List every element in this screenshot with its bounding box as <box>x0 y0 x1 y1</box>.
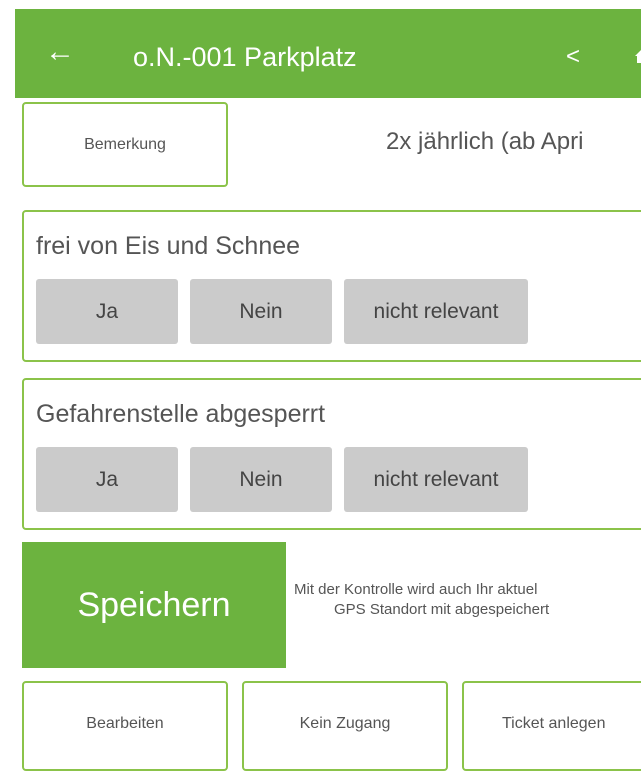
option-ja-button[interactable]: Ja <box>36 279 178 344</box>
interval-text: 2x jährlich (ab Apri <box>386 128 584 155</box>
create-ticket-button[interactable]: Ticket anlegen <box>462 681 641 771</box>
edit-button[interactable]: Bearbeiten <box>22 681 228 771</box>
no-access-button[interactable]: Kein Zugang <box>242 681 448 771</box>
back-arrow-icon[interactable]: ← <box>45 32 75 72</box>
gps-note: Mit der Kontrolle wird auch Ihr aktuel G… <box>294 580 641 620</box>
check-label: Gefahrenstelle abgesperrt <box>36 400 326 428</box>
app-header: ← o.N.-001 Parkplatz < <box>15 9 641 98</box>
check-card-hazard-cordoned: Gefahrenstelle abgesperrt Ja Nein nicht … <box>22 378 641 530</box>
check-label: frei von Eis und Schnee <box>36 232 301 260</box>
gps-note-line-1: Mit der Kontrolle wird auch Ihr aktuel <box>294 581 538 598</box>
previous-chevron-icon[interactable]: < <box>566 37 580 77</box>
page-title: o.N.-001 Parkplatz <box>133 42 357 72</box>
option-nicht-relevant-button[interactable]: nicht relevant <box>344 447 528 512</box>
option-nicht-relevant-button[interactable]: nicht relevant <box>344 279 528 344</box>
option-nein-button[interactable]: Nein <box>190 447 332 512</box>
option-nein-button[interactable]: Nein <box>190 279 332 344</box>
remark-button[interactable]: Bemerkung <box>22 102 228 187</box>
gps-note-line-2: GPS Standort mit abgespeichert <box>334 601 550 618</box>
option-ja-button[interactable]: Ja <box>36 447 178 512</box>
check-card-ice-snow: frei von Eis und Schnee Ja Nein nicht re… <box>22 210 641 362</box>
home-icon[interactable] <box>635 47 641 67</box>
save-button[interactable]: Speichern <box>22 542 286 668</box>
